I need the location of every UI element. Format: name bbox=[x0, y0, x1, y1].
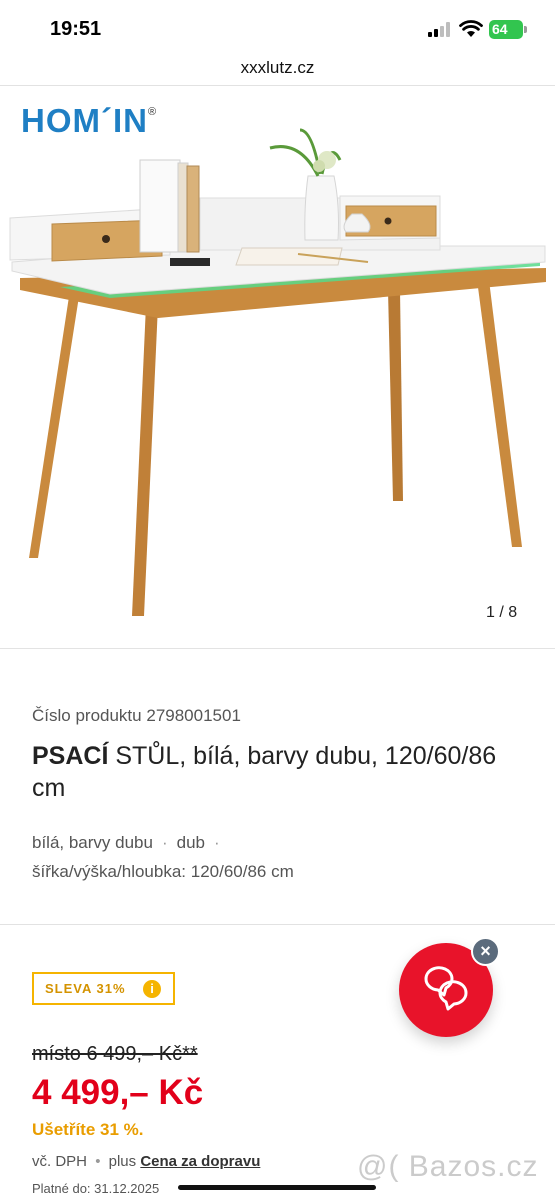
tax-note: vč. DPH bbox=[32, 1153, 88, 1170]
attribute-color[interactable]: bílá, barvy dubu bbox=[32, 833, 153, 852]
attribute-separator: · bbox=[161, 833, 168, 852]
product-number-label: Číslo produktu bbox=[32, 706, 142, 725]
status-bar: 19:51 64 bbox=[0, 0, 555, 56]
attribute-separator: · bbox=[214, 833, 220, 852]
shipping-cost-link[interactable]: Cena za dopravu bbox=[140, 1153, 260, 1170]
product-title: PSACÍ STŮL, bílá, barvy dubu, 120/60/86 … bbox=[32, 740, 522, 804]
watermark: @( Bazos.cz bbox=[357, 1150, 539, 1183]
savings-text: Ušetříte 31 %. bbox=[32, 1120, 144, 1139]
shipping-prefix: plus bbox=[108, 1153, 137, 1170]
product-image-desk[interactable] bbox=[0, 120, 555, 630]
wifi-icon bbox=[459, 20, 483, 37]
attribute-material[interactable]: dub bbox=[177, 833, 205, 852]
old-price: místo 6 499,– Kč** bbox=[32, 1043, 198, 1065]
url-text: xxxlutz.cz bbox=[240, 58, 315, 77]
tax-shipping-line: vč. DPH • plus Cena za dopravu bbox=[32, 1153, 260, 1170]
battery-level: 64 bbox=[492, 21, 508, 37]
bullet-separator: • bbox=[95, 1153, 101, 1170]
attribute-dimensions: šířka/výška/hloubka: 120/60/86 cm bbox=[32, 862, 294, 881]
product-attributes: bílá, barvy dubu · dub · šířka/výška/hloubk… bbox=[32, 828, 522, 886]
product-title-bold: PSACÍ bbox=[32, 742, 109, 770]
price-valid-until: Platné do: 31.12.2025 bbox=[32, 1181, 160, 1196]
chat-close-button[interactable]: × bbox=[471, 937, 500, 966]
home-indicator[interactable] bbox=[178, 1185, 376, 1190]
discount-badge: SLEVA 31% i bbox=[32, 972, 175, 1005]
product-number-value: 2798001501 bbox=[146, 706, 241, 725]
cellular-signal-icon bbox=[428, 22, 450, 37]
gallery-counter: 1 / 8 bbox=[486, 604, 518, 621]
battery-icon: 64 bbox=[489, 20, 527, 39]
address-bar[interactable]: xxxlutz.cz bbox=[0, 56, 555, 86]
info-icon[interactable]: i bbox=[143, 980, 161, 998]
status-time: 19:51 bbox=[50, 18, 102, 40]
discount-label: SLEVA 31% bbox=[45, 981, 126, 996]
current-price: 4 499,– Kč bbox=[32, 1073, 204, 1112]
product-number: Číslo produktu 2798001501 bbox=[32, 706, 241, 726]
